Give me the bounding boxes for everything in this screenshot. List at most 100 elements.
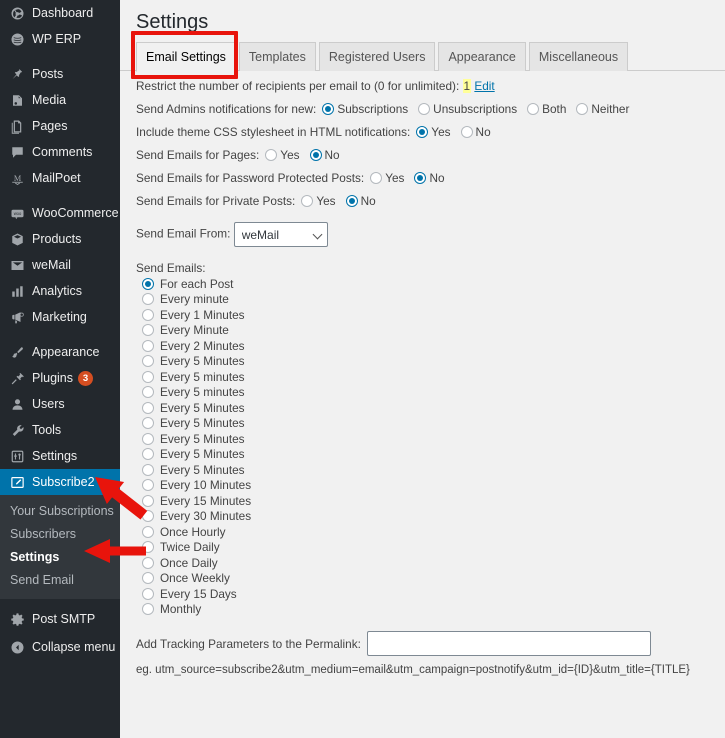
sidebar-item-users[interactable]: Users (0, 391, 120, 417)
dashboard-icon (8, 4, 26, 22)
radio-subscriptions[interactable] (322, 103, 335, 115)
radio-button[interactable] (142, 556, 154, 569)
sidebar-item-post-smtp[interactable]: Post SMTP (0, 605, 120, 633)
tab-registered-users[interactable]: Registered Users (318, 42, 436, 71)
submenu-item-subscribers[interactable]: Subscribers (0, 523, 120, 546)
subscribe2-submenu: Your Subscriptions Subscribers Settings Sen… (0, 495, 120, 599)
radio-button[interactable] (142, 525, 154, 538)
send-emails-option[interactable]: Every Minute (142, 323, 711, 339)
sidebar-item-media[interactable]: Media (0, 87, 120, 113)
sidebar-item-wp-erp[interactable]: WP ERP (0, 26, 120, 52)
sidebar-item-appearance[interactable]: Appearance (0, 339, 120, 365)
send-emails-option[interactable]: Every 5 Minutes (142, 462, 711, 478)
radio-no[interactable] (414, 172, 427, 184)
submenu-item-your-subscriptions[interactable]: Your Subscriptions (0, 500, 120, 523)
restrict-edit-link[interactable]: Edit (474, 79, 494, 93)
radio-yes[interactable] (370, 172, 383, 184)
radio-button[interactable] (142, 448, 154, 461)
sidebar-item-products[interactable]: Products (0, 226, 120, 252)
send-emails-option[interactable]: Every 5 Minutes (142, 416, 711, 432)
sidebar-item-pages[interactable]: Pages (0, 113, 120, 139)
send-email-from-select[interactable]: weMail (233, 222, 328, 247)
send-emails-option[interactable]: Every 2 Minutes (142, 338, 711, 354)
submenu-item-settings[interactable]: Settings (0, 546, 120, 569)
send-emails-option[interactable]: Every 10 Minutes (142, 478, 711, 494)
radio-no[interactable] (460, 126, 473, 138)
radio-button[interactable] (142, 355, 154, 368)
radio-button[interactable] (142, 324, 154, 337)
send-emails-option-label: Twice Daily (160, 540, 220, 555)
radio-button[interactable] (142, 541, 154, 554)
sidebar-item-badge: 3 (78, 370, 93, 386)
radio-no[interactable] (345, 195, 358, 207)
radio-label: Subscriptions (337, 102, 409, 116)
send-emails-option[interactable]: Every 15 Days (142, 586, 711, 602)
radio-button[interactable] (142, 510, 154, 523)
radio-unsubscriptions[interactable] (418, 103, 431, 115)
tab-email-settings[interactable]: Email Settings (136, 42, 236, 72)
send-emails-option[interactable]: Every 1 Minutes (142, 307, 711, 323)
sidebar-item-label: Collapse menu (32, 640, 116, 654)
radio-label: No (324, 148, 340, 162)
tracking-params-row: Add Tracking Parameters to the Permalink… (136, 617, 711, 656)
radio-button[interactable] (142, 401, 154, 414)
radio-button[interactable] (142, 603, 154, 616)
sidebar-item-collapse-menu[interactable]: Collapse menu (0, 633, 120, 661)
send-emails-option[interactable]: Every minute (142, 292, 711, 308)
radio-button[interactable] (142, 479, 154, 492)
radio-button[interactable] (142, 386, 154, 399)
sidebar-item-marketing[interactable]: Marketing (0, 304, 120, 330)
send-emails-option[interactable]: Every 5 Minutes (142, 354, 711, 370)
tab-miscellaneous[interactable]: Miscellaneous (528, 42, 629, 71)
radio-button[interactable] (142, 463, 154, 476)
radio-yes[interactable] (416, 126, 429, 138)
sidebar-item-dashboard[interactable]: Dashboard (0, 0, 120, 26)
sidebar-item-settings[interactable]: Settings (0, 443, 120, 469)
submenu-item-send-email[interactable]: Send Email (0, 569, 120, 592)
radio-button[interactable] (142, 277, 154, 290)
radio-button[interactable] (142, 308, 154, 321)
radio-yes[interactable] (265, 149, 278, 161)
radio-both[interactable] (527, 103, 540, 115)
radio-button[interactable] (142, 432, 154, 445)
send-emails-option[interactable]: Every 5 minutes (142, 385, 711, 401)
tab-appearance[interactable]: Appearance (438, 42, 526, 71)
send-emails-option[interactable]: Twice Daily (142, 540, 711, 556)
radio-button[interactable] (142, 417, 154, 430)
send-emails-option[interactable]: Every 5 Minutes (142, 431, 711, 447)
radio-yes[interactable] (301, 195, 314, 207)
sidebar-item-tools[interactable]: Tools (0, 417, 120, 443)
tab-templates[interactable]: Templates (238, 42, 316, 71)
radio-button[interactable] (142, 293, 154, 306)
send-emails-option[interactable]: Every 5 minutes (142, 369, 711, 385)
sidebar-item-analytics[interactable]: Analytics (0, 278, 120, 304)
sidebar-item-woocommerce[interactable]: woo WooCommerce (0, 200, 120, 226)
sidebar-item-mailpoet[interactable]: M MailPoet (0, 165, 120, 191)
sidebar-item-wemail[interactable]: weMail (0, 252, 120, 278)
send-emails-option[interactable]: Once Daily (142, 555, 711, 571)
sidebar-item-subscribe2[interactable]: Subscribe2 (0, 469, 128, 495)
option-row-label: Send Emails for Pages: (136, 148, 260, 162)
radio-button[interactable] (142, 339, 154, 352)
radio-neither[interactable] (576, 103, 589, 115)
send-emails-option-label: Every 1 Minutes (160, 307, 245, 322)
sidebar-item-posts[interactable]: Posts (0, 61, 120, 87)
tracking-params-input[interactable] (366, 631, 651, 656)
restrict-recipients-value: 1 (462, 79, 472, 93)
send-emails-option[interactable]: Every 5 Minutes (142, 447, 711, 463)
send-emails-option[interactable]: Monthly (142, 602, 711, 618)
radio-button[interactable] (142, 370, 154, 383)
send-emails-option[interactable]: Once Hourly (142, 524, 711, 540)
radio-no[interactable] (309, 149, 322, 161)
sidebar-item-plugins[interactable]: Plugins 3 (0, 365, 120, 391)
send-emails-option[interactable]: Every 5 Minutes (142, 400, 711, 416)
send-emails-option[interactable]: Once Weekly (142, 571, 711, 587)
radio-button[interactable] (142, 572, 154, 585)
megaphone-icon (8, 308, 26, 326)
radio-button[interactable] (142, 587, 154, 600)
send-emails-option[interactable]: Every 15 Minutes (142, 493, 711, 509)
sidebar-item-comments[interactable]: Comments (0, 139, 120, 165)
radio-button[interactable] (142, 494, 154, 507)
send-emails-option[interactable]: For each Post (142, 276, 711, 292)
send-emails-option[interactable]: Every 30 Minutes (142, 509, 711, 525)
